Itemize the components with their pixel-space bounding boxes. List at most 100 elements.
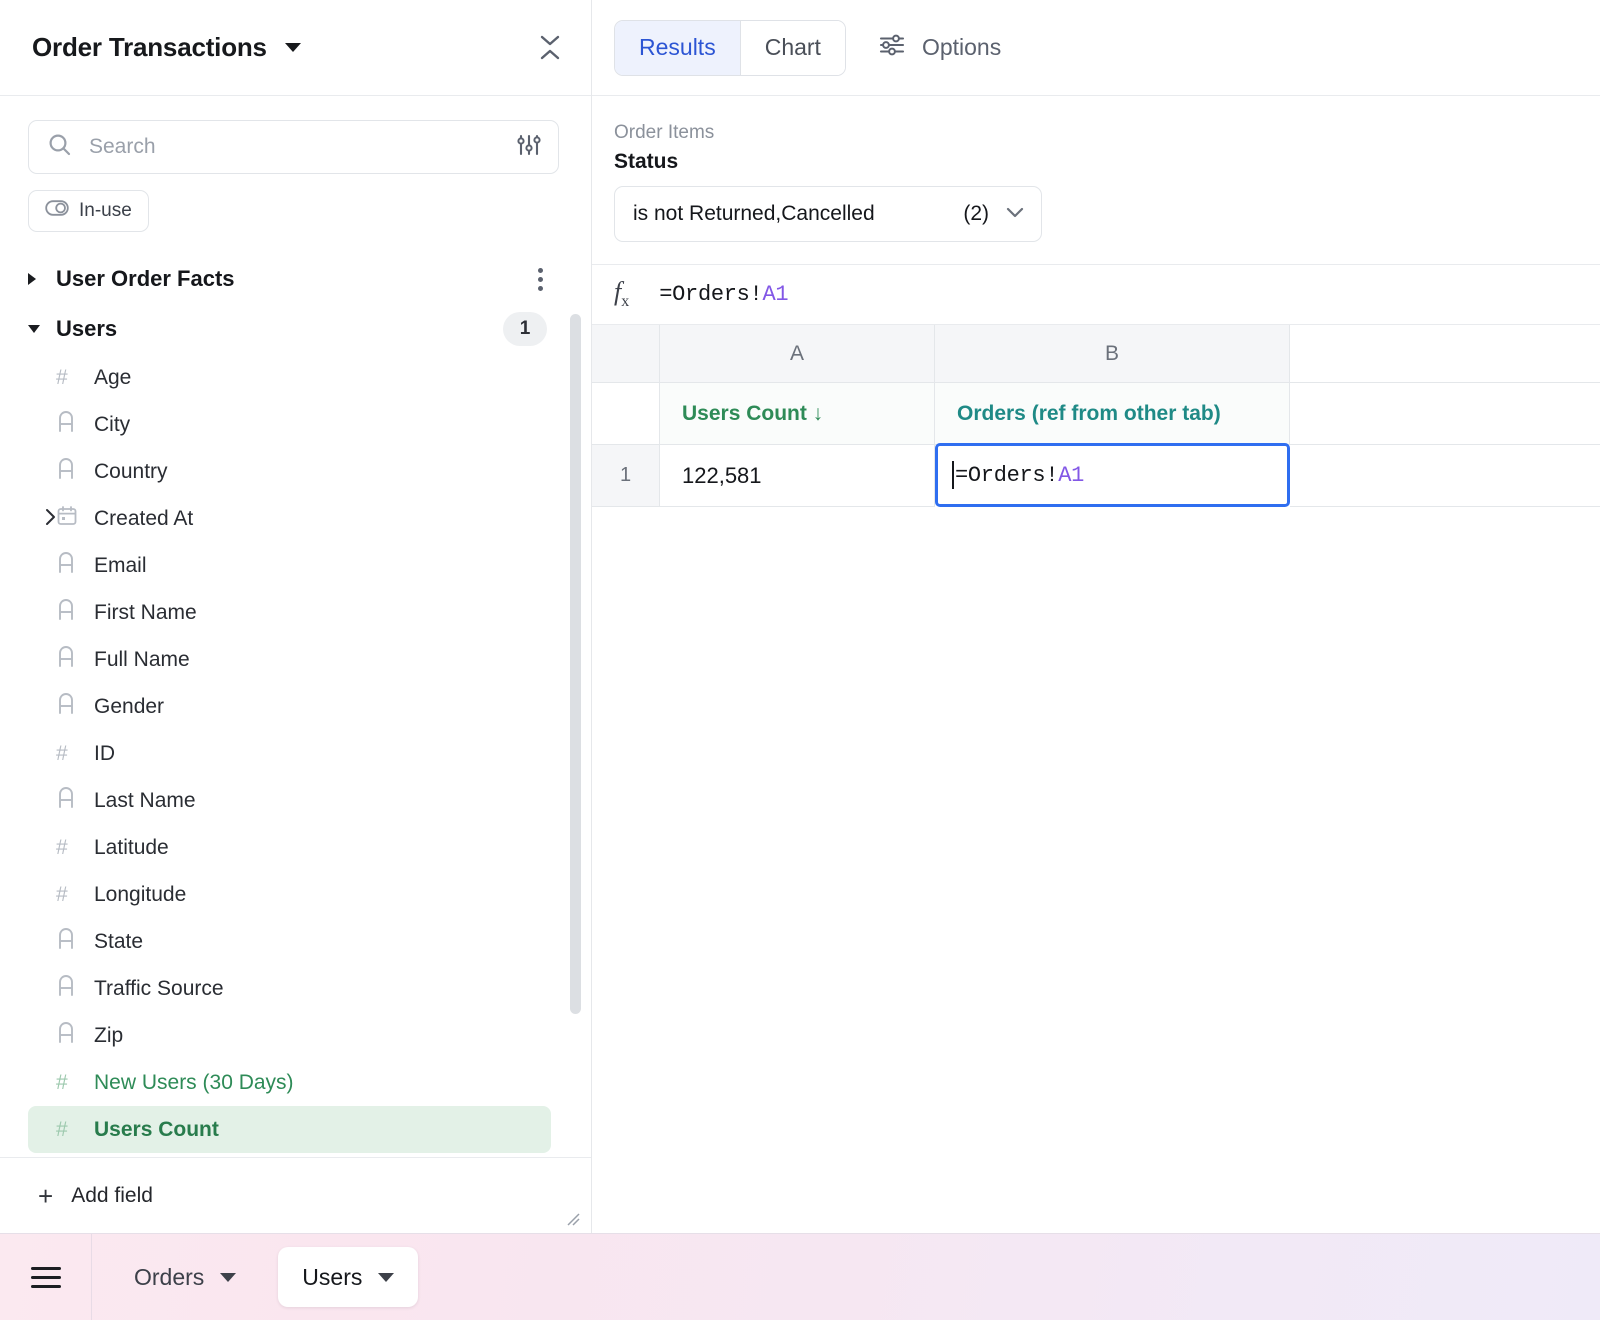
tab-chart[interactable]: Chart <box>740 20 845 75</box>
field-item[interactable]: City <box>28 401 551 448</box>
text-icon <box>56 974 84 1003</box>
sliders-icon[interactable] <box>516 132 542 163</box>
group-header-user-order-facts[interactable]: User Order Facts <box>28 254 551 304</box>
sheet-tabs-bar: Orders Users <box>0 1233 1600 1320</box>
cell-a1[interactable]: 122,581 <box>660 445 935 507</box>
column-header-orders-ref[interactable]: Orders (ref from other tab) <box>935 383 1290 445</box>
options-label: Options <box>921 34 1002 60</box>
sheet-tab-label: Users <box>302 1263 363 1290</box>
hash-icon: # <box>56 1117 68 1141</box>
field-item[interactable]: # Longitude <box>28 871 551 918</box>
field-item[interactable]: Last Name <box>28 777 551 824</box>
plus-icon: + <box>38 1180 54 1211</box>
field-label: City <box>94 412 131 436</box>
text-icon <box>56 692 84 721</box>
filter-field-label: Status <box>614 150 679 173</box>
formula-bar[interactable]: fx =Orders!A1 <box>592 265 1600 325</box>
grid-corner <box>592 325 660 383</box>
field-label: Created At <box>94 506 194 530</box>
sheet-tab-orders[interactable]: Orders <box>110 1247 260 1307</box>
field-item[interactable]: Email <box>28 542 551 589</box>
formula-ref: A1 <box>762 282 789 307</box>
field-item[interactable]: # Users Count <box>28 1106 551 1153</box>
cell-b1-wrap: =Orders! A1 <box>935 443 1290 507</box>
caret-down-icon[interactable] <box>378 1272 395 1282</box>
formula-text: =Orders!A1 <box>659 282 788 307</box>
resize-grip-icon[interactable] <box>565 1211 581 1227</box>
field-list: # Age City Country Created At Email First Name… <box>28 354 551 1153</box>
row-number[interactable]: 1 <box>592 445 660 507</box>
results-panel: Results Chart Options Order Items Status… <box>592 0 1600 1233</box>
column-header-users-count[interactable]: Users Count ↓ <box>660 383 935 445</box>
field-item[interactable]: First Name <box>28 589 551 636</box>
grid-empty-data <box>1290 445 1600 507</box>
field-item[interactable]: # Latitude <box>28 824 551 871</box>
collapse-vertical-icon[interactable] <box>539 35 561 60</box>
in-use-chip[interactable]: In-use <box>28 190 149 232</box>
field-label: Full Name <box>94 647 190 671</box>
hash-icon: # <box>56 1070 68 1094</box>
group-header-users[interactable]: Users 1 <box>28 304 551 354</box>
sidebar-footer: + Add field <box>0 1157 591 1233</box>
field-item[interactable]: Full Name <box>28 636 551 683</box>
chevron-down-icon[interactable] <box>1005 204 1025 224</box>
caret-down-icon[interactable] <box>220 1272 237 1282</box>
field-item[interactable]: Created At <box>28 495 551 542</box>
text-caret <box>952 461 954 489</box>
chevron-down-icon[interactable] <box>28 325 50 333</box>
field-label: First Name <box>94 600 197 624</box>
table-row: 1 122,581 =Orders! A1 <box>592 443 1600 507</box>
grid-column-letters-row: A B <box>592 325 1600 383</box>
in-use-chip-label: In-use <box>79 200 132 221</box>
field-label: Latitude <box>94 835 169 859</box>
cell-b1-ref: A1 <box>1058 462 1085 488</box>
text-icon <box>56 1021 84 1050</box>
hash-icon: # <box>56 741 68 765</box>
field-item[interactable]: # New Users (30 Days) <box>28 1059 551 1106</box>
search-icon <box>47 132 73 163</box>
caret-down-icon[interactable] <box>284 43 301 52</box>
field-item[interactable]: # ID <box>28 730 551 777</box>
field-item[interactable]: # Age <box>28 354 551 401</box>
field-label: New Users (30 Days) <box>94 1070 294 1094</box>
sidebar-scrollbar[interactable] <box>570 314 581 1014</box>
group-label: User Order Facts <box>56 266 235 291</box>
field-item[interactable]: Zip <box>28 1012 551 1059</box>
field-label: Gender <box>94 694 165 718</box>
chevron-right-icon[interactable] <box>44 507 58 531</box>
grid-empty-names <box>1290 383 1600 445</box>
formula-prefix: =Orders! <box>659 282 763 307</box>
field-item[interactable]: Traffic Source <box>28 965 551 1012</box>
tab-results[interactable]: Results <box>615 20 741 75</box>
field-item[interactable]: Gender <box>28 683 551 730</box>
status-filter-select[interactable]: is not Returned,Cancelled (2) <box>614 186 1042 242</box>
grid-column-names-row: Users Count ↓ Orders (ref from other tab… <box>592 383 1600 445</box>
options-button[interactable]: Options <box>868 26 1011 70</box>
grid-corner-2 <box>592 383 660 445</box>
filter-source-label: Order Items <box>614 122 715 143</box>
text-icon <box>56 410 84 439</box>
hash-icon: # <box>56 835 68 859</box>
fields-sidebar: Order Transactions Search In-use User Or… <box>0 0 592 1233</box>
search-bar[interactable] <box>28 120 559 174</box>
search-input[interactable] <box>89 135 516 159</box>
column-letter-b[interactable]: B <box>935 325 1290 383</box>
app-root: Order Transactions Search In-use User Or… <box>0 0 1600 1320</box>
chevron-right-icon[interactable] <box>28 273 50 285</box>
calendar-icon <box>56 505 84 533</box>
sidebar-scroll-area: In-use User Order Facts Users <box>0 96 591 1157</box>
text-icon <box>56 598 84 627</box>
add-field-label: Add field <box>71 1183 153 1207</box>
sliders-horizontal-icon <box>878 32 906 64</box>
column-letter-a[interactable]: A <box>660 325 935 383</box>
status-filter-count: (2) <box>963 202 989 225</box>
kebab-menu-icon[interactable] <box>534 264 547 295</box>
field-item[interactable]: State <box>28 918 551 965</box>
sheet-tab-users[interactable]: Users <box>278 1247 419 1307</box>
hamburger-icon[interactable] <box>0 1233 92 1320</box>
view-tabs: Results Chart <box>614 19 846 76</box>
add-field-button[interactable]: + Add field <box>38 1183 153 1209</box>
field-item[interactable]: Country <box>28 448 551 495</box>
grid-empty-letters <box>1290 325 1600 383</box>
cell-b1-editor[interactable]: =Orders! A1 <box>935 443 1290 507</box>
